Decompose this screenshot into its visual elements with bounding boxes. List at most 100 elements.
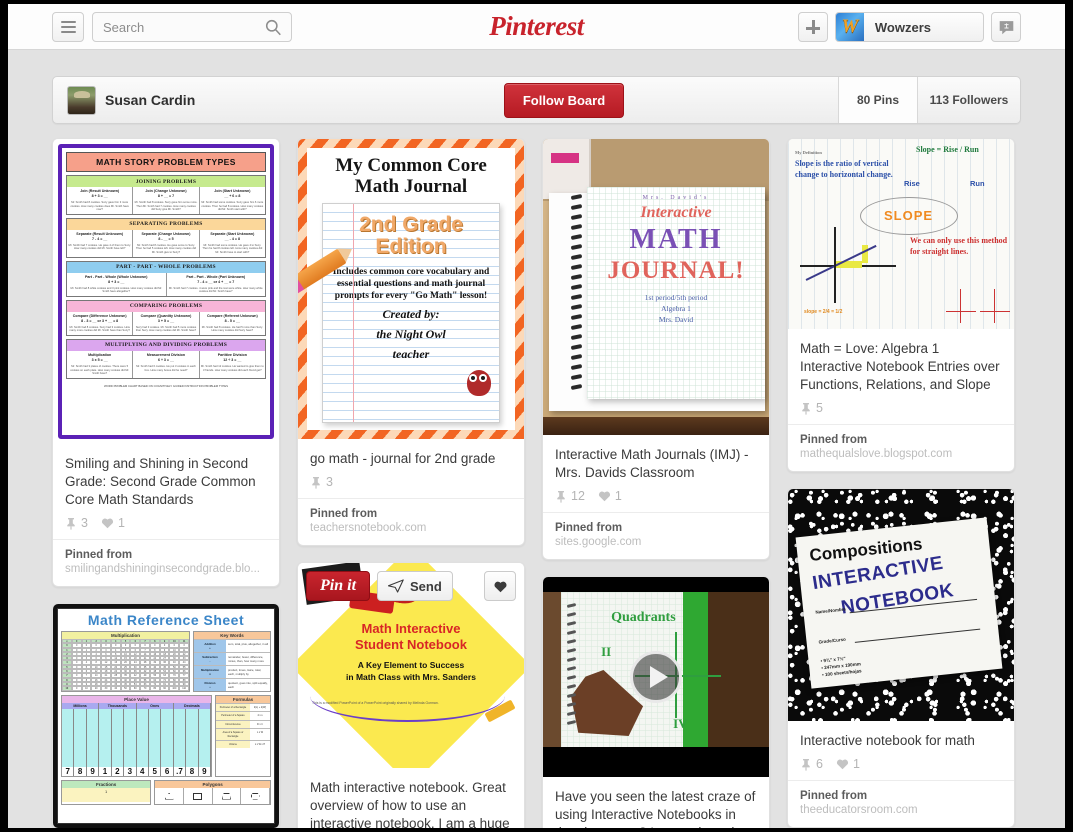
pin-stats: 3	[310, 475, 512, 489]
pin-card-math-reference-sheet[interactable]: Math Reference Sheet Multiplication x012…	[52, 603, 280, 828]
cell-eq: 8 - 5 = __	[224, 318, 240, 323]
cell-text: Mr. Smith had 3 plates of cookies. There…	[70, 364, 130, 376]
journal-sub-3: Mrs. David	[658, 315, 694, 324]
pv-digit: 2	[112, 767, 125, 776]
journal-paper: 2nd Grade Edition Includes common core v…	[322, 203, 500, 423]
followers-count[interactable]: 113 Followers	[917, 77, 1020, 123]
pin-title: Math interactive notebook. Great overvie…	[310, 780, 510, 828]
pinned-from-label: Pinned from	[800, 790, 868, 802]
pin-card-interactive-notebook-for-math[interactable]: Compositions INTERACTIVE NOTEBOOK Name/N…	[787, 488, 1015, 828]
pv-digit: .7	[174, 767, 187, 776]
pv-digit: 8	[186, 767, 199, 776]
key-words: remainder, fewer, difference, minus, tha…	[228, 655, 264, 663]
pinned-from-source[interactable]: theeducatorsroom.com	[800, 804, 1002, 816]
pv-digit: 7	[62, 767, 75, 776]
poster-band: JOINING PROBLEMS	[67, 176, 265, 187]
pin-title: Math = Love: Algebra 1 Interactive Noteb…	[800, 341, 1000, 392]
quadrant-4-label: IV	[673, 716, 688, 731]
multiplication-table: x 0 1 2 3 4 5 6 7 8 9 10 11 0000000000000 1012345678…	[62, 639, 189, 691]
follow-board-button[interactable]: Follow Board	[504, 83, 624, 118]
plus-icon[interactable]	[797, 12, 828, 42]
pin-body: Math = Love: Algebra 1 Interactive Noteb…	[788, 329, 1014, 424]
pin-card-interactive-math-journals[interactable]: Mrs. David's Interactive MATH JOURNAL! 1…	[542, 138, 770, 560]
board-owner[interactable]: Susan Cardin	[67, 85, 195, 115]
play-button-icon[interactable]	[630, 651, 682, 703]
formula-name: Circumference	[216, 720, 250, 729]
pinned-from-source[interactable]: smilingandshininginsecondgrade.blo...	[65, 563, 267, 575]
pin-image[interactable]: Quadrants II IV	[543, 577, 769, 777]
pins-count[interactable]: 80 Pins	[838, 77, 917, 123]
hamburger-menu-icon[interactable]	[52, 12, 84, 42]
cell-eq: 8 + 3 = __	[108, 279, 125, 284]
pinned-from-source[interactable]: sites.google.com	[555, 536, 757, 548]
formula-name: Perimeter of a Rectangle	[216, 704, 250, 712]
pin-card-interactive-notebooks-video[interactable]: Quadrants II IV Have you seen the latest…	[542, 576, 770, 828]
pushpin-icon	[802, 758, 810, 771]
pin-title: go math - journal for 2nd grade	[310, 451, 496, 466]
journal-title-2: Math Journal	[354, 176, 468, 197]
pin-body: go math - journal for 2nd grade 3	[298, 439, 524, 498]
messages-icon[interactable]	[991, 12, 1021, 42]
cell-text: Mr. Smith had some cookies. He gave 4 to…	[202, 243, 263, 254]
send-button[interactable]: Send	[377, 571, 453, 601]
poster-band: PART - PART - WHOLE PROBLEMS	[67, 261, 265, 273]
search-box[interactable]	[92, 12, 292, 42]
slope-vocab-word: SLOPE	[884, 208, 934, 223]
pin-card-math-interactive-student-notebook[interactable]: Pin it Send Math Interactive Student Not…	[297, 562, 525, 828]
pinit-button[interactable]: Pin it	[306, 571, 371, 601]
user-menu-button[interactable]: W Wowzers	[834, 12, 984, 42]
go-math-journal-cover: My Common Core Math Journal 2nd Grade Ed…	[298, 139, 524, 439]
notebook-sub-1: A Key Element to Success	[357, 660, 465, 670]
composition-specs: • 9¾" x 7½" • 247mm x 190mm • 100 sheets…	[820, 653, 862, 678]
poster-band: SEPARATING PROBLEMS	[67, 218, 265, 230]
pinterest-logo-text[interactable]: Pinterest	[489, 11, 584, 41]
cell-eq: 6 ÷ 3 = __	[157, 357, 175, 362]
pin-body: Math interactive notebook. Great overvie…	[298, 768, 524, 828]
slope-value: slope = 2/4 = 1/2	[804, 309, 843, 315]
pv-digit: 1	[99, 767, 112, 776]
pin-image[interactable]: My Common Core Math Journal 2nd Grade Ed…	[298, 139, 524, 439]
pinned-from-source[interactable]: mathequalslove.blogspot.com	[800, 448, 1002, 460]
ref-place-value-header: Place Value	[62, 696, 211, 703]
rise-label: Rise	[904, 179, 920, 188]
grid-column-4: My Definition Slope is the ratio of vert…	[787, 138, 1015, 828]
cell-text: Mr. Smith had 12 cookies. He wanted to g…	[200, 364, 264, 372]
pinned-from-label: Pinned from	[310, 508, 378, 520]
search-input[interactable]	[93, 13, 258, 41]
journal-owner: Mrs. David's	[642, 195, 710, 201]
cell-eq: 8 - __ = 5	[158, 236, 174, 241]
nonexample-graph-2	[980, 289, 1010, 323]
journal-sub-2: Algebra 1	[661, 304, 691, 313]
pin-image[interactable]: Pin it Send Math Interactive Student Not…	[298, 563, 524, 768]
pin-card-go-math-journal[interactable]: My Common Core Math Journal 2nd Grade Ed…	[297, 138, 525, 546]
pin-source[interactable]: Pinned from teachersnotebook.com	[298, 498, 524, 545]
pinned-from-source[interactable]: teachersnotebook.com	[310, 522, 512, 534]
pin-image[interactable]: Compositions INTERACTIVE NOTEBOOK Name/N…	[788, 489, 1014, 721]
pin-source[interactable]: Pinned from theeducatorsroom.com	[788, 780, 1014, 827]
cell-text: Mr. Smith had 7 cookies. He gave 4 of th…	[68, 243, 131, 251]
quadrant-2-label: II	[601, 644, 612, 659]
pin-source[interactable]: Pinned from sites.google.com	[543, 512, 769, 559]
repin-stat: 3	[310, 475, 333, 489]
pin-stats: 6 1	[800, 757, 1002, 771]
pinned-from-label: Pinned from	[800, 434, 868, 446]
pin-stats: 5	[800, 401, 1002, 415]
key-sym: +	[209, 646, 211, 650]
pinned-from-label: Pinned from	[65, 549, 133, 561]
pin-image[interactable]: Mrs. David's Interactive MATH JOURNAL! 1…	[543, 139, 769, 435]
pin-card-math-story-problem-types[interactable]: MATH STORY PROBLEM TYPES JOINING PROBLEM…	[52, 138, 280, 587]
pin-image[interactable]: My Definition Slope is the ratio of vert…	[788, 139, 1014, 329]
my-definition-label: My Definition	[795, 150, 822, 155]
cell-eq: 7 - 4 = __ or 4 + __ = 7	[197, 279, 235, 284]
formula-val: 2(L) + 2(W)	[250, 704, 270, 712]
like-button[interactable]	[484, 571, 516, 601]
journal-word-journal: JOURNAL!	[607, 257, 745, 284]
pin-image[interactable]: MATH STORY PROBLEM TYPES JOINING PROBLEM…	[53, 139, 279, 444]
pin-source[interactable]: Pinned from mathequalslove.blogspot.com	[788, 424, 1014, 471]
pv-digit: 4	[137, 767, 149, 776]
formula-val: L x W x H	[250, 741, 270, 749]
pin-source[interactable]: Pinned from smilingandshininginsecondgra…	[53, 539, 279, 586]
pin-card-algebra-slope-notebook[interactable]: My Definition Slope is the ratio of vert…	[787, 138, 1015, 472]
notebook-line-1: Math Interactive	[361, 621, 461, 636]
pin-image[interactable]: Math Reference Sheet Multiplication x012…	[53, 604, 279, 828]
